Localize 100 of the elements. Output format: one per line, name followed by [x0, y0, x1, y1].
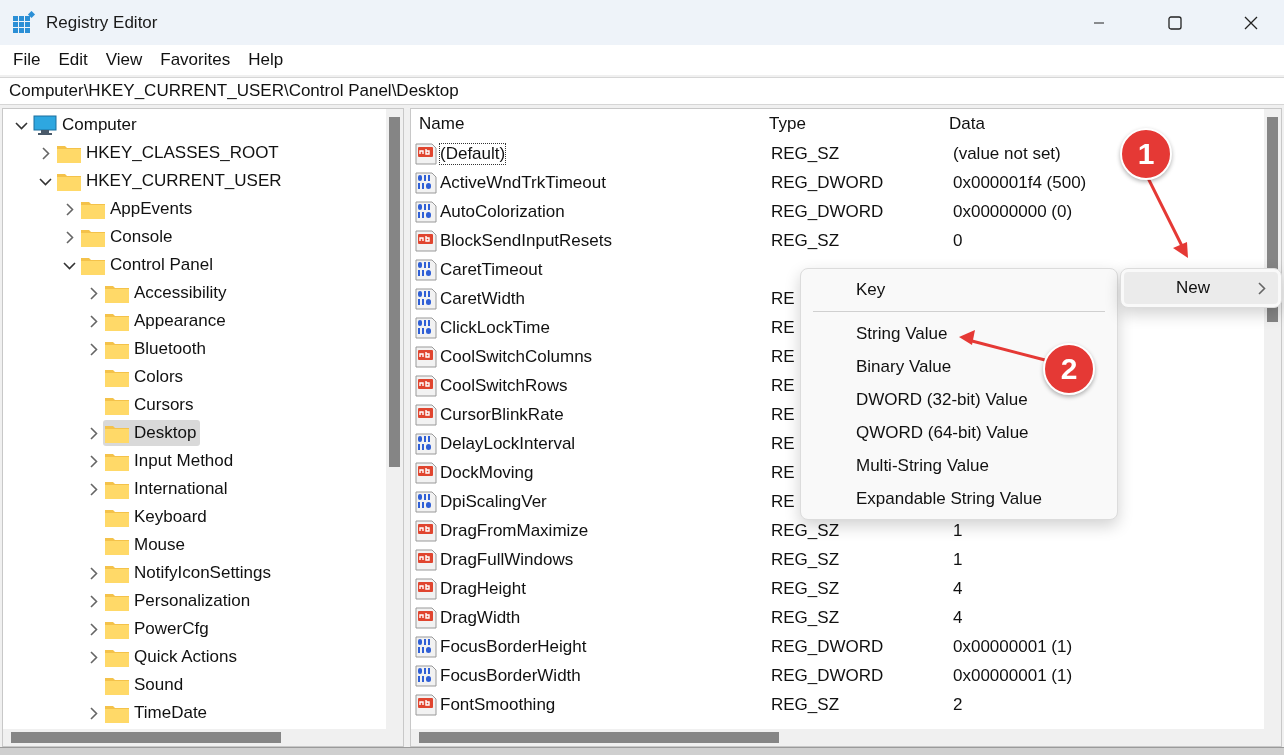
menu-item[interactable]: Binary Value	[856, 350, 952, 383]
value-data: (value not set)	[953, 143, 1061, 164]
folder-icon	[105, 563, 129, 583]
menu-item[interactable]: Multi-String Value	[856, 449, 989, 482]
value-type: REG_SZ	[771, 607, 840, 628]
folder-icon	[81, 255, 105, 275]
string-value-icon	[415, 229, 437, 252]
tree-item[interactable]: Desktop	[103, 420, 201, 446]
string-value-icon	[415, 142, 437, 165]
menu-item[interactable]: File	[4, 46, 50, 74]
folder-icon	[81, 227, 105, 247]
folder-icon	[57, 171, 81, 191]
menu-item[interactable]: QWORD (64-bit) Value	[856, 416, 1029, 449]
folder-icon	[105, 647, 129, 667]
value-type: RE	[771, 433, 795, 454]
tree-item[interactable]: International	[103, 476, 232, 502]
menu-item[interactable]: Favorites	[151, 46, 240, 74]
column-header[interactable]: Name	[415, 114, 765, 134]
value-name[interactable]: (Default)	[440, 143, 506, 164]
maximize-icon	[1168, 15, 1182, 30]
scrollbar[interactable]	[386, 109, 403, 729]
folder-icon	[105, 703, 129, 723]
menu-item[interactable]: Expandable String Value	[856, 482, 1042, 515]
binary-value-icon	[415, 316, 437, 339]
folder-icon	[105, 423, 129, 443]
tree-item[interactable]: NotifyIconSettings	[103, 560, 275, 586]
string-value-icon	[415, 374, 437, 397]
menu-item[interactable]: New	[1124, 272, 1278, 304]
tree-item[interactable]: TimeDate	[103, 700, 212, 726]
menu-item[interactable]: DWORD (32-bit) Value	[856, 383, 1028, 416]
tree-item[interactable]: Input Method	[103, 448, 238, 474]
tree-item[interactable]: Appearance	[103, 308, 230, 334]
value-name[interactable]: AutoColorization	[440, 201, 565, 222]
folder-icon	[105, 339, 129, 359]
value-name[interactable]: DragFromMaximize	[440, 520, 589, 541]
value-type: RE	[771, 346, 795, 367]
value-name[interactable]: CaretTimeout	[440, 259, 543, 280]
folder-icon	[105, 479, 129, 499]
scrollbar[interactable]	[411, 729, 1264, 746]
value-data: 1	[953, 520, 963, 541]
tree-item[interactable]: Cursors	[103, 392, 198, 418]
string-value-icon	[415, 577, 437, 600]
value-name[interactable]: FocusBorderHeight	[440, 636, 587, 657]
tree-item[interactable]: HKEY_CURRENT_USER	[55, 168, 286, 194]
scrollbar[interactable]	[1264, 109, 1281, 729]
value-name[interactable]: CursorBlinkRate	[440, 404, 564, 425]
value-data: 4	[953, 607, 963, 628]
folder-icon	[105, 507, 129, 527]
menu-item[interactable]: String Value	[856, 317, 948, 350]
binary-value-icon	[415, 258, 437, 281]
tree-item[interactable]: Bluetooth	[103, 336, 210, 362]
value-name[interactable]: CaretWidth	[440, 288, 526, 309]
menu-item[interactable]: Edit	[49, 46, 97, 74]
menu-item[interactable]: Key	[856, 273, 886, 306]
tree-item[interactable]: Quick Actions	[103, 644, 241, 670]
value-name[interactable]: DragFullWindows	[440, 549, 574, 570]
scrollbar[interactable]	[3, 729, 386, 746]
column-header[interactable]: Type	[765, 114, 945, 134]
value-name[interactable]: DragWidth	[440, 607, 521, 628]
tree-item[interactable]: Accessibility	[103, 280, 231, 306]
value-data: 4	[953, 578, 963, 599]
binary-value-icon	[415, 287, 437, 310]
chevron-right-icon[interactable]	[1255, 281, 1268, 295]
value-data: 0x00000000 (0)	[953, 201, 1073, 222]
value-name[interactable]: DockMoving	[440, 462, 534, 483]
tree-item[interactable]: AppEvents	[79, 196, 197, 222]
tree-item[interactable]: PowerCfg	[103, 616, 213, 642]
value-name[interactable]: CoolSwitchRows	[440, 375, 568, 396]
tree-item[interactable]: Console	[79, 224, 177, 250]
folder-icon	[105, 395, 129, 415]
tree-item[interactable]: HKEY_CLASSES_ROOT	[55, 140, 283, 166]
binary-value-icon	[415, 635, 437, 658]
folder-icon	[81, 199, 105, 219]
value-data: 0	[953, 230, 963, 251]
value-name[interactable]: BlockSendInputResets	[440, 230, 612, 251]
folder-icon	[105, 619, 129, 639]
tree-item[interactable]: Computer	[31, 112, 141, 138]
tree-item[interactable]: Control Panel	[79, 252, 217, 278]
value-type: RE	[771, 462, 795, 483]
value-type: RE	[771, 288, 795, 309]
value-type: REG_SZ	[771, 143, 840, 164]
menu-item[interactable]: Help	[239, 46, 293, 74]
registry-icon	[12, 10, 36, 35]
value-name[interactable]: FontSmoothing	[440, 694, 556, 715]
tree-item[interactable]: Mouse	[103, 532, 190, 558]
value-type: REG_SZ	[771, 578, 840, 599]
string-value-icon	[415, 403, 437, 426]
menu-item[interactable]: View	[96, 46, 152, 74]
value-name[interactable]: DelayLockInterval	[440, 433, 576, 454]
tree-item[interactable]: Keyboard	[103, 504, 211, 530]
value-name[interactable]: ClickLockTime	[440, 317, 550, 338]
tree-item[interactable]: Sound	[103, 672, 188, 698]
tree-item[interactable]: Personalization	[103, 588, 255, 614]
tree-item[interactable]: Colors	[103, 364, 188, 390]
value-name[interactable]: CoolSwitchColumns	[440, 346, 593, 367]
value-name[interactable]: FocusBorderWidth	[440, 665, 581, 686]
address-field[interactable]: Computer\HKEY_CURRENT_USER\Control Panel\Desktop	[0, 77, 1284, 105]
value-name[interactable]: DpiScalingVer	[440, 491, 547, 512]
value-name[interactable]: DragHeight	[440, 578, 526, 599]
value-name[interactable]: ActiveWndTrkTimeout	[440, 172, 606, 193]
